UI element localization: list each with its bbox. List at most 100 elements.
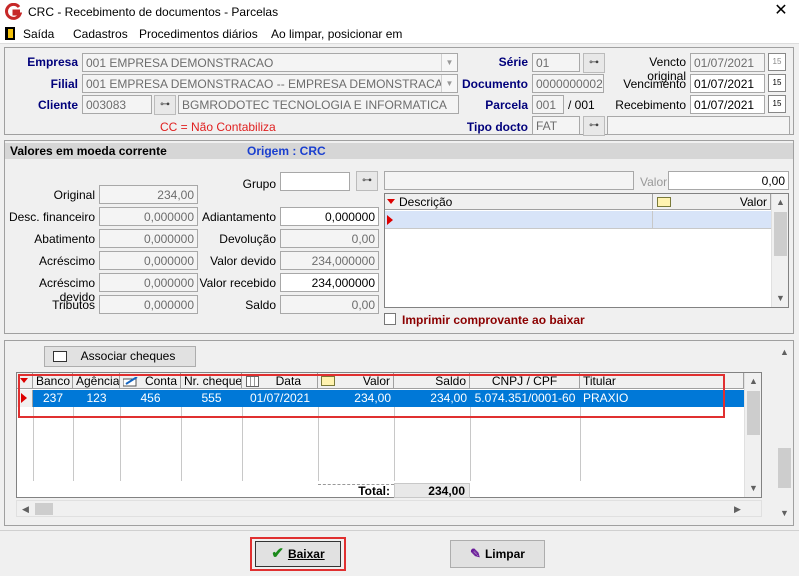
acrescimo-field[interactable]: 0,000000 xyxy=(99,251,198,270)
footer-bar xyxy=(0,530,799,576)
chevron-down-icon: ▼ xyxy=(441,75,457,92)
money-icon xyxy=(657,197,671,207)
chevron-up-icon[interactable]: ▲ xyxy=(772,194,789,211)
descricao-scrollbar[interactable]: ▲ ▼ xyxy=(771,194,788,307)
imprimir-checkbox[interactable] xyxy=(384,313,396,325)
devolucao-field: 0,00 xyxy=(280,229,379,248)
recebimento-field[interactable]: 01/07/2021 xyxy=(690,95,765,114)
vencimento-field[interactable]: 01/07/2021 xyxy=(690,74,765,93)
scroll-thumb[interactable] xyxy=(774,212,787,256)
tributos-label: Tributos xyxy=(52,298,95,312)
chevron-left-icon[interactable]: ◀ xyxy=(17,501,34,518)
cliente-code-field[interactable]: 003083 xyxy=(82,95,152,114)
tipo-docto-label: Tipo docto xyxy=(466,120,528,134)
app-logo-icon xyxy=(5,3,22,20)
documento-label: Documento xyxy=(462,77,528,91)
chevron-down-icon[interactable]: ▼ xyxy=(776,505,793,522)
cliente-label: Cliente xyxy=(37,98,78,112)
descricao-grid[interactable]: Descrição Valor ▲ ▼ xyxy=(384,193,789,308)
descricao-row[interactable] xyxy=(385,211,771,229)
tributos-field: 0,000000 xyxy=(99,295,198,314)
menu-bar: Saída Cadastros Procedimentos diários Ao… xyxy=(0,24,799,44)
total-value: 234,00 xyxy=(394,483,470,498)
tipo-docto-desc xyxy=(607,116,790,135)
valor-devido-label: Valor devido xyxy=(210,254,276,268)
acrescimo-devido-field: 0,000000 xyxy=(99,273,198,292)
desc-financeiro-label: Desc. financeiro xyxy=(8,210,95,224)
menu-saida[interactable]: Saída xyxy=(23,27,54,41)
original-label: Original xyxy=(53,188,95,202)
sort-arrow-icon xyxy=(387,199,395,204)
chevron-down-icon: ▼ xyxy=(441,54,457,71)
window-title: CRC - Recebimento de documentos - Parcel… xyxy=(28,5,279,19)
chevron-up-icon[interactable]: ▲ xyxy=(776,344,793,361)
valor-devido-field: 234,000000 xyxy=(280,251,379,270)
saldo-label: Saldo xyxy=(245,298,276,312)
saldo-field: 0,00 xyxy=(280,295,379,314)
cheques-hscrollbar[interactable]: ◀ ▶ xyxy=(16,500,762,517)
valor-label: Valor xyxy=(640,175,668,189)
limpar-button[interactable]: ✎ Limpar xyxy=(450,540,545,568)
exit-door-icon xyxy=(5,27,15,40)
binoculars-icon[interactable]: ⊶ xyxy=(356,171,378,191)
empresa-label: Empresa xyxy=(27,55,78,69)
vencimento-label: Vencimento xyxy=(623,77,686,91)
associar-cheques-button[interactable]: Associar cheques xyxy=(44,346,196,367)
adiantamento-field[interactable]: 0,000000 xyxy=(280,207,379,226)
calendar-icon[interactable]: 15 xyxy=(768,74,786,92)
calendar-icon[interactable]: 15 xyxy=(768,95,786,113)
empresa-select[interactable]: 001 EMPRESA DEMONSTRACAO ▼ xyxy=(82,53,458,72)
title-bar: CRC - Recebimento de documentos - Parcel… xyxy=(0,0,799,24)
grupo-label: Grupo xyxy=(242,177,276,191)
valor-recebido-field[interactable]: 234,000000 xyxy=(280,273,379,292)
baixar-button[interactable]: ✔ Baixar xyxy=(255,541,341,567)
menu-procedimentos[interactable]: Procedimentos diários xyxy=(139,27,258,41)
serie-field[interactable]: 01 xyxy=(532,53,580,72)
calendar-icon: 15 xyxy=(768,53,786,71)
valor-field[interactable]: 0,00 xyxy=(668,171,789,190)
binoculars-icon[interactable]: ⊶ xyxy=(583,53,605,73)
parcela-field[interactable]: 001 xyxy=(532,95,564,114)
valores-header: Valores em moeda corrente Origem : CRC xyxy=(5,143,793,159)
binoculars-icon[interactable]: ⊶ xyxy=(154,95,176,115)
vencto-original-field: 01/07/2021 xyxy=(690,53,765,72)
origem-label: Origem : CRC xyxy=(247,144,326,158)
menu-ao-limpar[interactable]: Ao limpar, posicionar em xyxy=(271,27,402,41)
abatimento-label: Abatimento xyxy=(34,232,95,246)
recebimento-label: Recebimento xyxy=(615,98,686,112)
devolucao-label: Devolução xyxy=(219,232,276,246)
checkmark-icon: ✔ xyxy=(271,545,284,562)
filial-select[interactable]: 001 EMPRESA DEMONSTRACAO -- EMPRESA DEMO… xyxy=(82,74,458,93)
chevron-up-icon[interactable]: ▲ xyxy=(745,373,762,390)
imprimir-label: Imprimir comprovante ao baixar xyxy=(402,313,585,327)
menu-cadastros[interactable]: Cadastros xyxy=(73,27,128,41)
close-icon[interactable]: ✕ xyxy=(770,1,792,21)
grupo-desc xyxy=(384,171,634,190)
abatimento-field[interactable]: 0,000000 xyxy=(99,229,198,248)
original-field: 234,00 xyxy=(99,185,198,204)
parcela-total: / 001 xyxy=(568,98,595,112)
desc-financeiro-field[interactable]: 0,000000 xyxy=(99,207,198,226)
valor-recebido-label: Valor recebido xyxy=(199,276,277,290)
valores-title: Valores em moeda corrente xyxy=(10,144,167,158)
cc-note: CC = Não Contabiliza xyxy=(160,120,276,134)
panel-scrollbar[interactable]: ▲ ▼ xyxy=(776,344,793,522)
acrescimo-label: Acréscimo xyxy=(38,254,95,268)
chevron-right-icon[interactable]: ▶ xyxy=(729,501,746,518)
chevron-down-icon[interactable]: ▼ xyxy=(772,290,789,307)
scroll-thumb[interactable] xyxy=(35,503,53,515)
binoculars-icon[interactable]: ⊶ xyxy=(583,116,605,136)
cheques-grid-scrollbar[interactable]: ▲ ▼ xyxy=(744,373,761,497)
adiantamento-label: Adiantamento xyxy=(201,210,276,224)
grupo-field[interactable] xyxy=(280,172,350,191)
chevron-down-icon[interactable]: ▼ xyxy=(745,480,762,497)
check-doc-icon xyxy=(53,351,67,362)
documento-field[interactable]: 0000000002 xyxy=(532,74,604,93)
scroll-thumb[interactable] xyxy=(747,391,760,435)
cliente-name-field: BGMRODOTEC TECNOLOGIA E INFORMATICA xyxy=(178,95,459,114)
scroll-thumb[interactable] xyxy=(778,448,791,488)
highlight-box xyxy=(18,374,725,418)
tipo-docto-field[interactable]: FAT xyxy=(532,116,580,135)
total-label: Total: xyxy=(358,484,390,498)
descricao-col-header[interactable]: Descrição xyxy=(385,194,653,210)
